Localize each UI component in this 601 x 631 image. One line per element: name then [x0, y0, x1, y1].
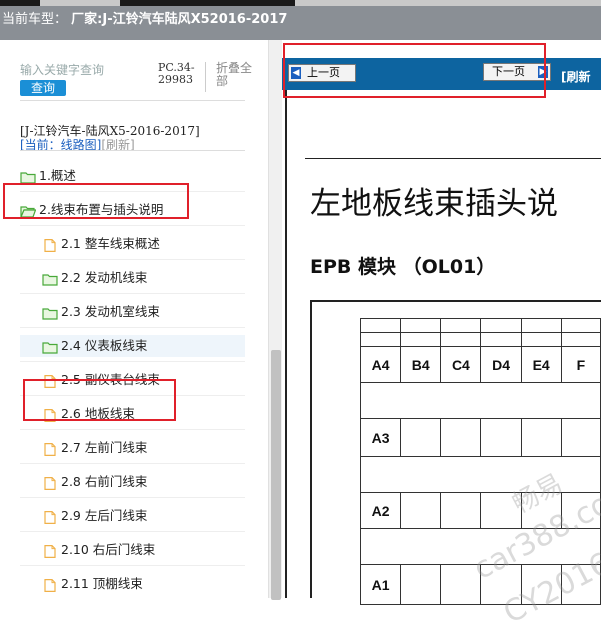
arrow-left-icon: ◀ — [291, 67, 301, 79]
scrollbar-thumb[interactable] — [271, 350, 281, 600]
folder-open-icon — [20, 203, 37, 218]
prev-page-label: 上一页 — [307, 66, 340, 79]
sidebar-item[interactable]: 2.11 顶棚线束 — [42, 573, 143, 595]
pin-cell: A4 — [359, 346, 402, 383]
sidebar-item-label: 2.1 整车线束概述 — [61, 236, 160, 251]
document-frame — [285, 90, 287, 598]
row-divider — [20, 463, 245, 464]
sidebar-item-label: 2.11 顶棚线束 — [61, 576, 143, 591]
folder-icon — [42, 271, 58, 286]
pin-cell: D4 — [480, 346, 522, 383]
divider — [205, 62, 206, 92]
row-divider — [20, 565, 245, 566]
sidebar-item-label: 2.4 仪表板线束 — [61, 338, 148, 353]
row-divider — [20, 327, 245, 328]
sidebar-item-label: 2.3 发动机室线束 — [61, 304, 160, 319]
sidebar-item[interactable]: 2.2 发动机线束 — [42, 267, 147, 289]
manufacturer-name: 厂家:J-江铃汽车陆风X52016-2017 — [71, 12, 288, 27]
folder-icon — [42, 339, 58, 354]
sidebar-item-label: 2.6 地板线束 — [61, 406, 135, 421]
pin-cell — [560, 418, 601, 457]
pin-cell: C4 — [440, 346, 482, 383]
sidebar-item[interactable]: 2.7 左前门线束 — [42, 437, 147, 459]
sidebar-item-label: 2.8 右前门线束 — [61, 474, 148, 489]
pin-cell — [520, 418, 562, 457]
sidebar-item[interactable]: 2.6 地板线束 — [42, 403, 135, 425]
document-icon — [42, 441, 58, 456]
sidebar-item-label: 2.5 副仪表台线束 — [61, 372, 160, 387]
document-icon — [42, 475, 58, 490]
pin-cell — [400, 564, 442, 605]
folder-icon — [42, 305, 58, 320]
current-model-label: 当前车型： — [2, 12, 68, 27]
document-icon — [42, 237, 58, 252]
sidebar-item-label: 2.9 左后门线束 — [61, 508, 148, 523]
sidebar-item-label: 1.概述 — [39, 168, 76, 183]
sidebar-item-label: 2.7 左前门线束 — [61, 440, 148, 455]
document-icon — [42, 407, 58, 422]
pin-cell: E4 — [520, 346, 562, 383]
next-page-label: 下一页 — [492, 65, 525, 78]
pc-code: PC.34-29983 — [158, 61, 195, 86]
collapse-all-button[interactable]: 折叠全部 — [216, 62, 260, 88]
sidebar-item[interactable]: 2.10 右后门线束 — [42, 539, 155, 561]
arrow-right-icon: ▶ — [538, 66, 548, 78]
sidebar-scrollbar[interactable] — [268, 40, 282, 600]
pin-cell: A3 — [359, 418, 402, 457]
sidebar-item-label: 2.10 右后门线束 — [61, 542, 156, 557]
row-divider — [20, 531, 245, 532]
row-divider — [20, 361, 245, 362]
pin-cell: F — [560, 346, 601, 383]
document-icon — [42, 577, 58, 592]
pin-cell: A1 — [359, 564, 402, 605]
query-button[interactable]: 查询 — [20, 80, 66, 96]
divider — [20, 100, 245, 101]
divider — [20, 150, 245, 151]
pin-cell — [480, 418, 522, 457]
content-refresh-link[interactable]: [刷新 — [561, 68, 591, 85]
document-icon — [42, 509, 58, 524]
document-icon — [42, 373, 58, 388]
pin-cell: A2 — [359, 492, 402, 529]
next-page-button[interactable]: 下一页 ▶ — [483, 63, 551, 81]
row-divider — [20, 429, 245, 430]
header-bar: 当前车型： 厂家:J-江铃汽车陆风X52016-2017 — [0, 6, 601, 40]
row-divider — [20, 293, 245, 294]
sidebar-item[interactable]: 2.9 左后门线束 — [42, 505, 147, 527]
pin-cell: B4 — [400, 346, 442, 383]
sidebar-item-label: 2.线束布置与插头说明 — [39, 202, 164, 217]
row-divider — [20, 191, 245, 192]
document-icon — [42, 543, 58, 558]
document-title: 左地板线束插头说 — [310, 186, 558, 222]
pin-cell — [400, 418, 442, 457]
sidebar-item[interactable]: 2.3 发动机室线束 — [42, 301, 160, 323]
prev-page-button[interactable]: ◀ 上一页 — [288, 64, 356, 82]
pin-cell — [440, 418, 482, 457]
sidebar: 查询 PC.34-29983 折叠全部 [J-江铃汽车-陆风X5-2016-20… — [0, 40, 268, 598]
row-divider — [20, 225, 245, 226]
row-divider — [20, 497, 245, 498]
row-divider — [20, 259, 245, 260]
pin-cell — [440, 492, 482, 529]
search-input[interactable] — [20, 62, 150, 78]
pin-cell — [400, 492, 442, 529]
sidebar-item[interactable]: 1.概述 — [20, 165, 76, 187]
sidebar-item[interactable]: 2.5 副仪表台线束 — [42, 369, 160, 391]
sidebar-item[interactable]: 2.线束布置与插头说明 — [20, 199, 163, 221]
folder-icon — [20, 169, 36, 184]
sidebar-item[interactable]: 2.1 整车线束概述 — [42, 233, 160, 255]
sidebar-item[interactable]: 2.4 仪表板线束 — [20, 335, 245, 357]
document-subtitle: EPB 模块 （OL01） — [310, 256, 496, 278]
sidebar-item-label: 2.2 发动机线束 — [61, 270, 148, 285]
document-rule — [305, 158, 601, 159]
row-divider — [20, 395, 245, 396]
sidebar-item[interactable]: 2.8 右前门线束 — [42, 471, 147, 493]
